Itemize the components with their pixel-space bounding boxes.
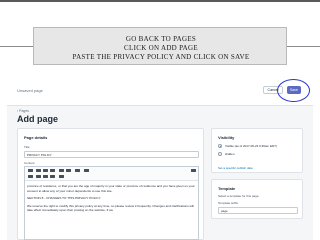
unsaved-status: Unsaved page xyxy=(17,88,43,93)
align-icon[interactable] xyxy=(75,169,80,172)
annotation-circle xyxy=(277,79,310,102)
editor-content: province of residence, or that you are t… xyxy=(27,184,197,216)
title-label: Title xyxy=(24,145,30,149)
underline-icon[interactable] xyxy=(50,169,55,172)
template-suffix-label: Template suffix xyxy=(218,201,238,205)
page-details-heading: Page details xyxy=(24,135,48,140)
content-paragraph: province of residence, or that you are t… xyxy=(27,184,195,193)
instruction-line-2: CLICK ON ADD PAGE xyxy=(124,44,198,52)
italic-icon[interactable] xyxy=(43,169,48,172)
shopify-admin-screenshot: Unsaved page Cancel Save ‹ Pages Add pag… xyxy=(7,70,313,240)
image-icon[interactable] xyxy=(36,175,41,178)
publish-date-link[interactable]: Set a specific publish date xyxy=(218,166,253,170)
page-title: Add page xyxy=(17,114,59,124)
breadcrumb[interactable]: ‹ Pages xyxy=(17,109,29,113)
content-editor[interactable]: province of residence, or that you are t… xyxy=(24,166,199,240)
top-rule xyxy=(0,0,320,2)
template-suffix-select[interactable]: page xyxy=(218,207,298,214)
numbered-list-icon[interactable] xyxy=(66,169,71,172)
link-icon[interactable] xyxy=(28,175,33,178)
instruction-box: GO BACK TO PAGES CLICK ON ADD PAGE PASTE… xyxy=(33,27,287,65)
page-details-card: Page details Title PRIVACY POLICY Conten… xyxy=(17,128,204,240)
content-label: Content xyxy=(24,161,35,165)
bold-icon[interactable] xyxy=(36,169,41,172)
visibility-heading: Visibility xyxy=(218,135,235,140)
instruction-banner: GO BACK TO PAGES CLICK ON ADD PAGE PASTE… xyxy=(0,0,320,70)
instruction-line-1: GO BACK TO PAGES xyxy=(125,35,197,43)
paragraph-format-icon[interactable] xyxy=(28,169,33,172)
content-paragraph: SECTION 8 - CHANGES TO THIS PRIVACY POLI… xyxy=(27,196,101,201)
content-paragraph: We reserve the right to modify this priv… xyxy=(27,203,194,213)
template-card: Template Select a template for this page… xyxy=(211,179,303,219)
hidden-radio[interactable] xyxy=(218,152,222,156)
bullet-list-icon[interactable] xyxy=(59,169,64,172)
editor-toolbar xyxy=(25,167,198,181)
hidden-radio-label: Hidden xyxy=(225,152,235,156)
visible-radio-label: Visible (as of 2017-06-23 9:26am EDT) xyxy=(225,144,277,148)
template-heading: Template xyxy=(218,186,236,191)
instruction-line-3: PASTE THE PRIVACY POLICY AND CLICK ON SA… xyxy=(72,53,250,61)
visible-radio[interactable] xyxy=(218,144,222,148)
title-input[interactable]: PRIVACY POLICY xyxy=(24,151,199,158)
indent-icon[interactable] xyxy=(84,169,89,172)
template-description: Select a template for this page. xyxy=(218,194,260,198)
html-toggle-icon[interactable] xyxy=(191,169,196,172)
clear-format-icon[interactable] xyxy=(59,175,64,178)
context-bar: Unsaved page Cancel Save xyxy=(7,70,313,106)
table-icon[interactable] xyxy=(50,175,55,178)
video-icon[interactable] xyxy=(43,175,48,178)
visibility-card: Visibility Visible (as of 2017-06-23 9:2… xyxy=(211,128,303,173)
